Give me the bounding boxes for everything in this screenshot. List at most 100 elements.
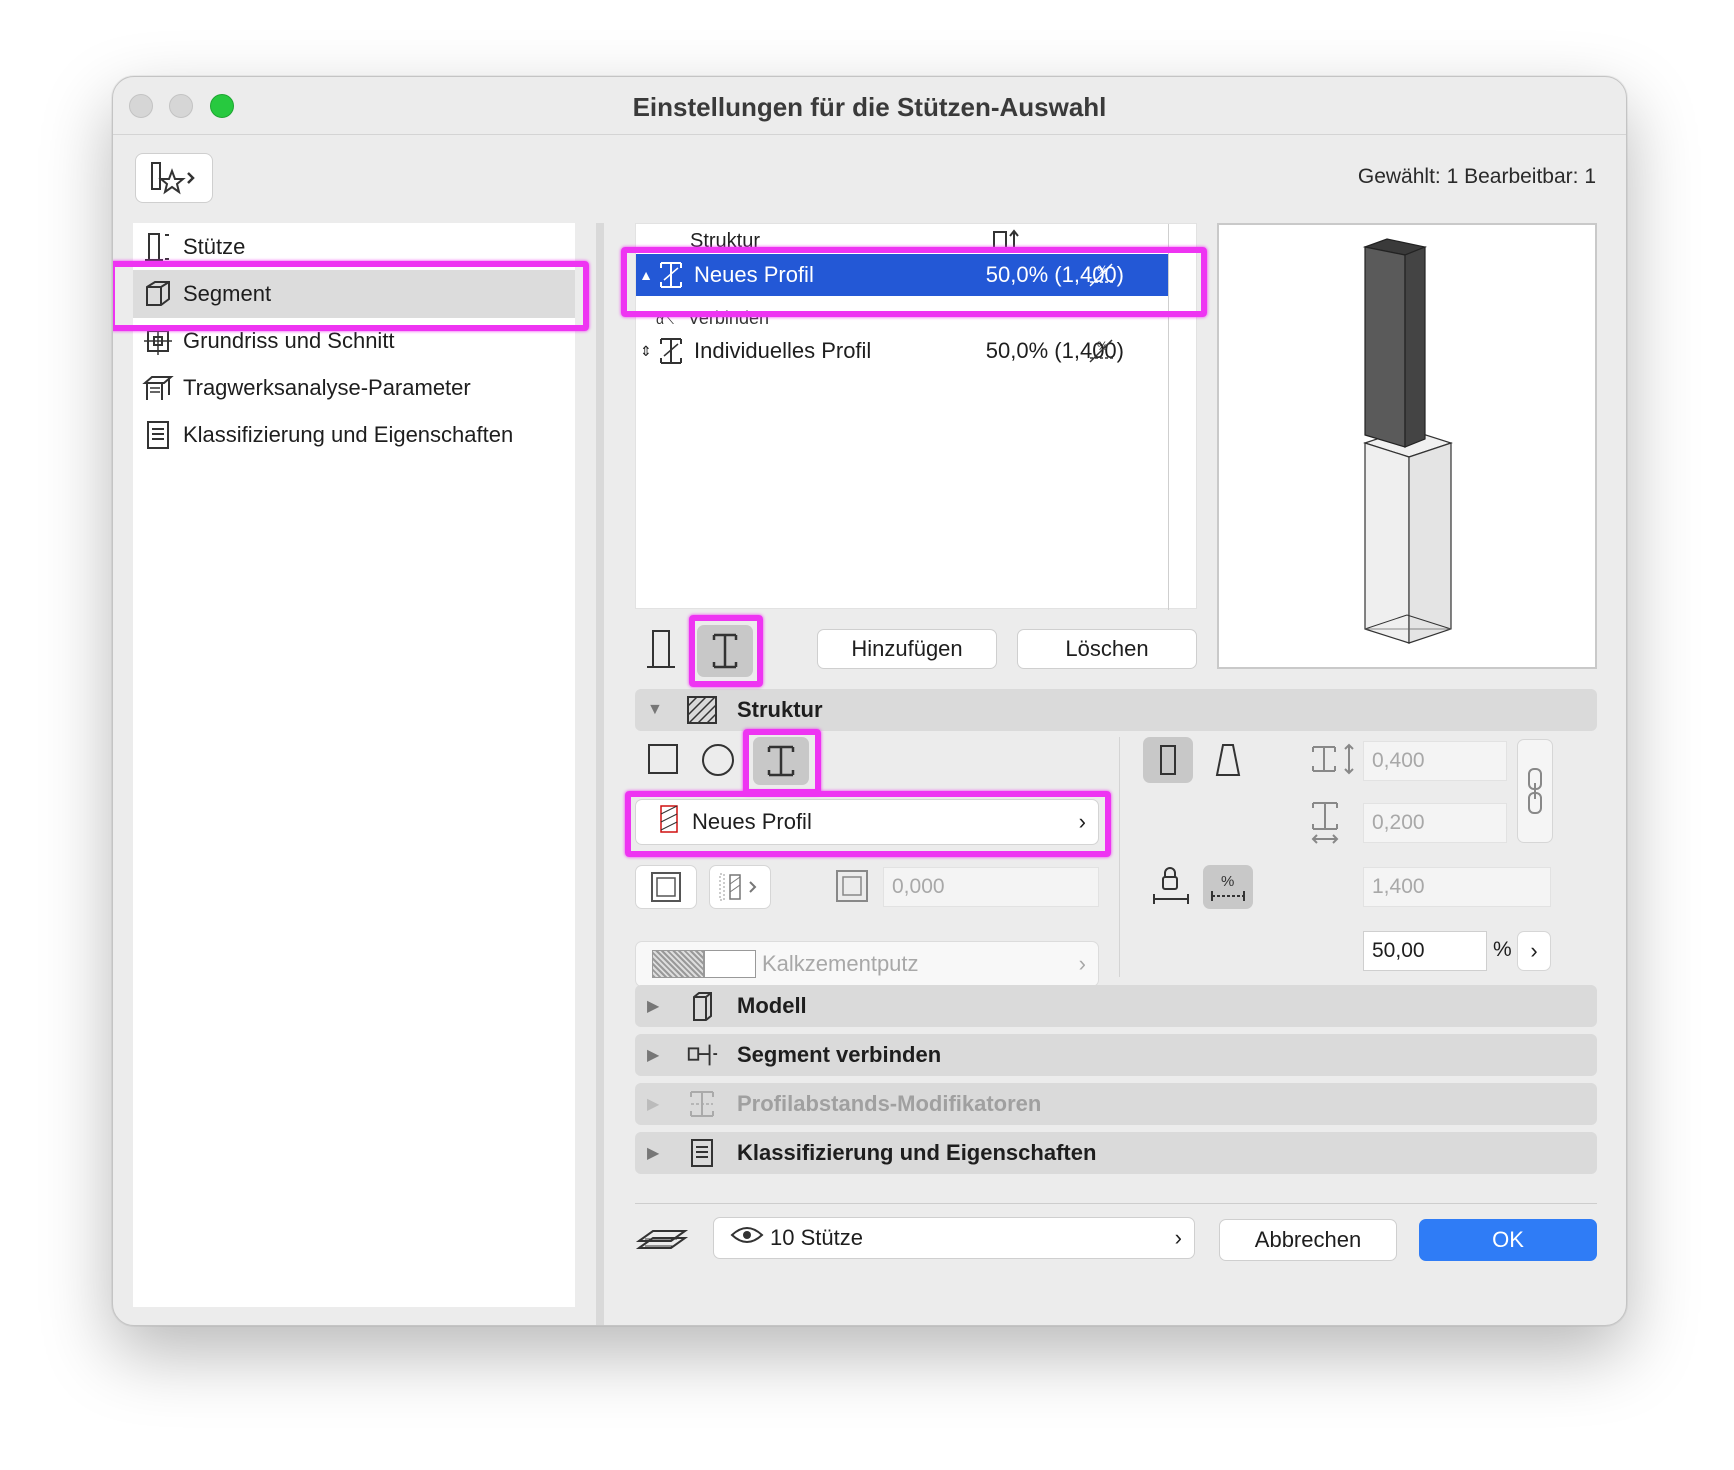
- segment-row-neues-profil[interactable]: ▲ Neues Profil 50,0% (1,400) %: [636, 254, 1168, 296]
- sidebar-item-label: Stütze: [183, 234, 246, 259]
- profile-shape-button[interactable]: [753, 737, 809, 785]
- profile-modifier-icon: [685, 1089, 719, 1119]
- percent-length-icon: %: [1211, 873, 1245, 901]
- sidebar-item-label: Segment: [183, 281, 272, 306]
- core-thickness-field[interactable]: 0,000: [883, 867, 1099, 907]
- section-title: Profilabstands-Modifikatoren: [737, 1091, 1042, 1116]
- profile-fill-icon: [660, 805, 678, 839]
- layer-icon: [635, 1221, 689, 1262]
- i-beam-icon: [712, 633, 738, 669]
- material-swatch-icon: [704, 950, 756, 978]
- favorites-icon: [151, 162, 195, 195]
- segment-connect-label: α⟍ Verbinden: [656, 308, 769, 329]
- i-beam-icon: [767, 745, 795, 777]
- profile-name: Neues Profil: [692, 809, 812, 834]
- rectangle-shape-icon[interactable]: [647, 743, 679, 780]
- segment-connect-icon: [685, 1040, 719, 1070]
- window-title: Einstellungen für die Stützen-Auswahl: [632, 92, 1107, 122]
- expand-triangle-icon: ▶: [647, 1096, 660, 1113]
- section-title: Segment verbinden: [737, 1042, 942, 1067]
- segment-list: Struktur ▲ Neues Profil 50,0% (1,400) % …: [635, 223, 1197, 610]
- percent-length-icon: %: [1088, 336, 1116, 370]
- profilabstand-section-header[interactable]: ▶ Profilabstands-Modifikatoren: [635, 1083, 1597, 1125]
- ok-button[interactable]: OK: [1419, 1219, 1597, 1261]
- fixed-length-icon[interactable]: [1151, 867, 1191, 912]
- segment-straight-icon[interactable]: [645, 627, 679, 676]
- settings-dialog: Einstellungen für die Stützen-Auswahl Ge…: [112, 76, 1627, 1326]
- modell-section-header[interactable]: ▶ Modell: [635, 985, 1597, 1027]
- core-fill-button[interactable]: [635, 865, 697, 909]
- column-icon: [141, 230, 175, 264]
- sidebar-item-label: Grundriss und Schnitt: [183, 328, 395, 353]
- percent-options-button[interactable]: ›: [1517, 931, 1551, 971]
- chevron-right-icon: ›: [1530, 938, 1538, 963]
- profile-width-icon: [1309, 741, 1361, 782]
- straight-column-button[interactable]: [1143, 737, 1193, 783]
- sidebar-item-segment[interactable]: Segment: [133, 270, 575, 318]
- collapse-triangle-icon: ▼: [647, 701, 663, 718]
- core-thickness-icon: [835, 869, 869, 908]
- circle-shape-icon[interactable]: [701, 743, 735, 782]
- segment-name: Individuelles Profil: [694, 338, 872, 363]
- splitter[interactable]: [596, 223, 604, 1325]
- reorder-handle-icon[interactable]: ▲: [636, 267, 656, 283]
- section-title: Struktur: [737, 697, 823, 722]
- sidebar: Stütze Segment Grundriss und Schnitt Tra…: [133, 223, 575, 1307]
- add-segment-button[interactable]: Hinzufügen: [817, 629, 997, 669]
- expand-triangle-icon: ▶: [647, 1047, 660, 1064]
- eye-icon: [730, 1225, 764, 1251]
- expand-triangle-icon: ▶: [647, 998, 660, 1015]
- profile-height-field[interactable]: 0,400: [1363, 741, 1507, 781]
- classification-icon: [685, 1138, 719, 1168]
- hatch-icon: [685, 695, 719, 725]
- segment-profile-button[interactable]: [697, 625, 753, 677]
- segment-length-field[interactable]: 1,400: [1363, 867, 1551, 907]
- material-dropdown[interactable]: Kalkzementputz ›: [635, 941, 1099, 987]
- segment-height-icon: [992, 228, 1022, 255]
- struktur-section-header[interactable]: ▼ Struktur: [635, 689, 1597, 731]
- cover-fill-button[interactable]: [709, 865, 771, 909]
- profile-dropdown[interactable]: Neues Profil ›: [635, 799, 1099, 845]
- profile-icon: [658, 260, 684, 296]
- profile-width-field[interactable]: 0,200: [1363, 803, 1507, 843]
- favorites-button[interactable]: [135, 153, 213, 203]
- connect-icon: α⟍: [656, 311, 674, 327]
- percent-length-icon: %: [1088, 260, 1116, 294]
- sidebar-item-tragwerk[interactable]: Tragwerksanalyse-Parameter: [133, 364, 575, 412]
- reorder-handle-icon[interactable]: ⇕: [636, 343, 656, 360]
- delete-segment-button[interactable]: Löschen: [1017, 629, 1197, 669]
- connect-text: Verbinden: [687, 308, 769, 328]
- floorplan-icon: [141, 324, 175, 358]
- segment-percent-field[interactable]: 50,00: [1363, 931, 1487, 971]
- material-name: Kalkzementputz: [762, 951, 919, 976]
- profile-depth-icon: [1309, 799, 1341, 852]
- cover-fill-icon: [719, 873, 757, 901]
- segment-list-header: Struktur: [690, 230, 761, 252]
- tapered-column-icon[interactable]: [1211, 741, 1245, 784]
- chevron-right-icon: ›: [1078, 951, 1086, 976]
- segment-icon: [141, 277, 175, 311]
- column-preview-image: [1362, 238, 1453, 644]
- proportional-length-button[interactable]: %: [1203, 865, 1253, 909]
- straight-column-icon: [1160, 745, 1176, 775]
- core-icon: [651, 872, 681, 902]
- sidebar-item-klassifizierung[interactable]: Klassifizierung und Eigenschaften: [133, 411, 575, 459]
- expand-triangle-icon: ▶: [647, 1145, 660, 1162]
- layer-dropdown[interactable]: 10 Stütze ›: [713, 1217, 1195, 1259]
- material-pattern-icon: [652, 950, 704, 978]
- section-title: Klassifizierung und Eigenschaften: [737, 1140, 1097, 1165]
- svg-text:%: %: [1221, 873, 1234, 890]
- sidebar-item-label: Klassifizierung und Eigenschaften: [183, 422, 514, 447]
- cancel-button[interactable]: Abbrechen: [1219, 1219, 1397, 1261]
- segment-row-individuelles-profil[interactable]: ⇕ Individuelles Profil 50,0% (1,400) %: [636, 330, 1168, 372]
- klassifizierung-section-header[interactable]: ▶ Klassifizierung und Eigenschaften: [635, 1132, 1597, 1174]
- layer-name: 10 Stütze: [770, 1225, 863, 1250]
- link-dimensions-button[interactable]: [1517, 739, 1553, 843]
- sidebar-item-grundriss[interactable]: Grundriss und Schnitt: [133, 317, 575, 365]
- 3d-preview: [1217, 223, 1597, 669]
- sidebar-item-stuetze[interactable]: Stütze: [133, 223, 575, 271]
- sidebar-item-label: Tragwerksanalyse-Parameter: [183, 375, 471, 400]
- chevron-right-icon: ›: [1078, 809, 1086, 834]
- chain-link-icon: [1528, 768, 1542, 814]
- segment-verbinden-section-header[interactable]: ▶ Segment verbinden: [635, 1034, 1597, 1076]
